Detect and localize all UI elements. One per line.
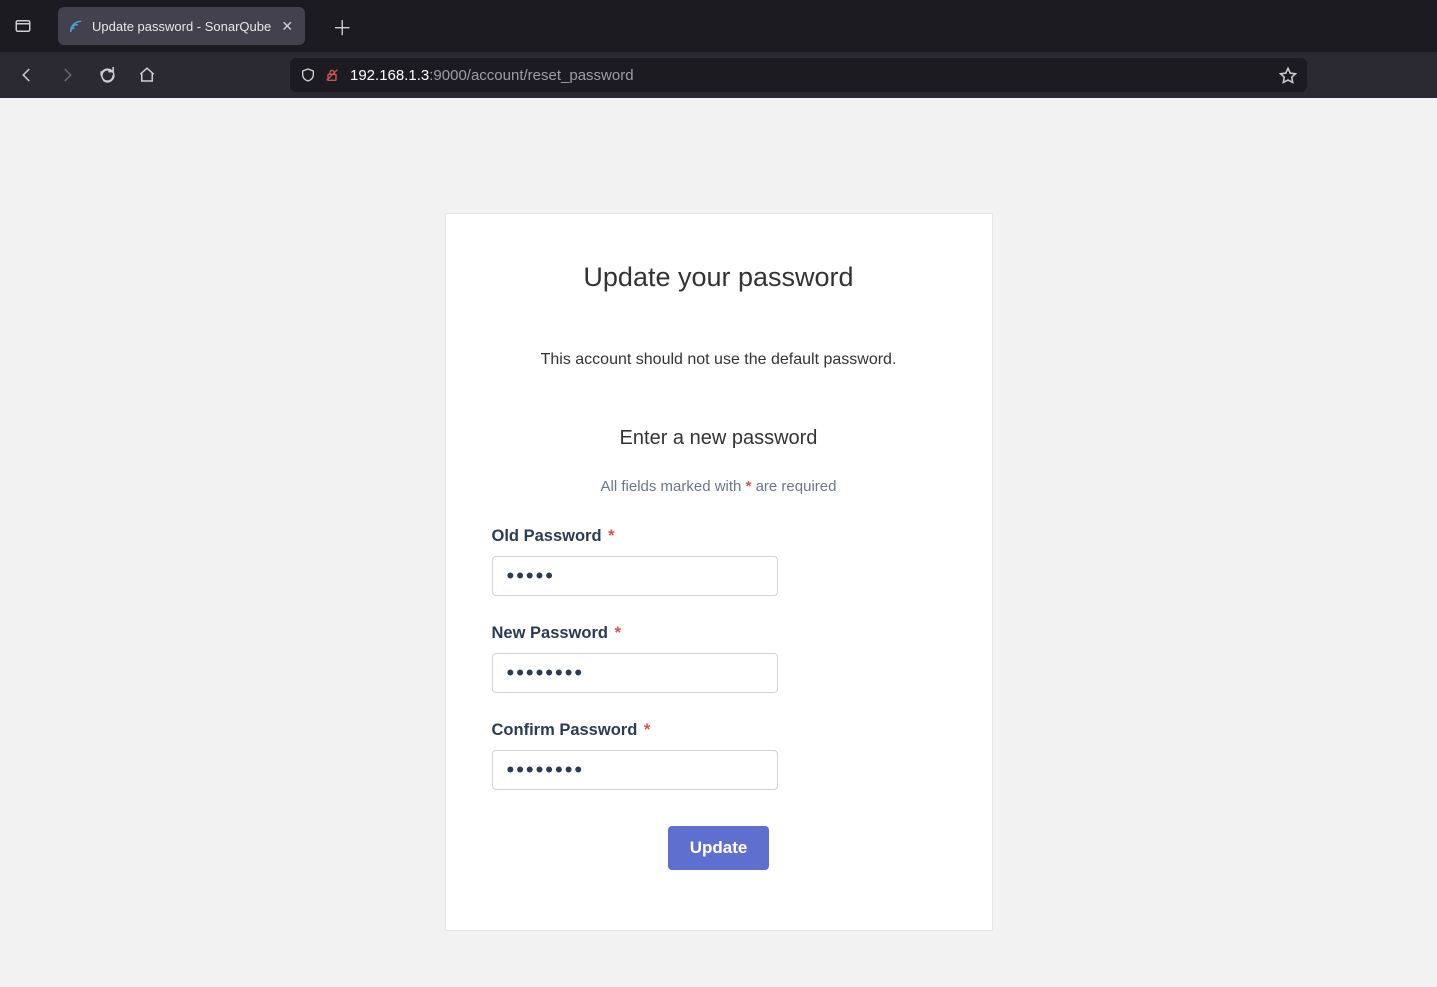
required-note-after: are required xyxy=(751,478,836,495)
new-tab-button[interactable]: ＋ xyxy=(327,11,357,41)
page-heading: Update your password xyxy=(492,262,946,293)
asterisk-icon: * xyxy=(644,721,650,739)
confirm-password-input[interactable] xyxy=(492,750,778,790)
browser-tab[interactable]: Update password - SonarQube ✕ xyxy=(58,7,305,45)
bookmark-star-icon[interactable] xyxy=(1279,66,1297,84)
url-host: 192.168.1.3 xyxy=(350,67,429,84)
required-note: All fields marked with * are required xyxy=(492,478,946,495)
url-text: 192.168.1.3:9000/account/reset_password xyxy=(350,67,1269,84)
old-password-field: Old Password * xyxy=(492,527,946,596)
sonarqube-favicon xyxy=(68,18,84,34)
confirm-password-label: Confirm Password * xyxy=(492,721,946,740)
update-button[interactable]: Update xyxy=(668,826,770,870)
default-password-notice: This account should not use the default … xyxy=(492,351,946,369)
nav-bar: 192.168.1.3:9000/account/reset_password xyxy=(0,52,1437,98)
home-button[interactable] xyxy=(130,58,164,92)
asterisk-icon: * xyxy=(615,624,621,642)
browser-chrome: Update password - SonarQube ✕ ＋ xyxy=(0,0,1437,98)
back-button[interactable] xyxy=(10,58,44,92)
section-title: Enter a new password xyxy=(492,427,946,450)
required-note-before: All fields marked with xyxy=(601,478,746,495)
confirm-password-field: Confirm Password * xyxy=(492,721,946,790)
new-password-input[interactable] xyxy=(492,653,778,693)
url-path: :9000/account/reset_password xyxy=(429,67,633,84)
asterisk-icon: * xyxy=(608,527,614,545)
address-bar[interactable]: 192.168.1.3:9000/account/reset_password xyxy=(290,58,1307,92)
lock-insecure-icon xyxy=(324,67,340,83)
new-password-field: New Password * xyxy=(492,624,946,693)
form-actions: Update xyxy=(492,826,946,870)
forward-button[interactable] xyxy=(50,58,84,92)
tab-strip: Update password - SonarQube ✕ ＋ xyxy=(0,0,1437,52)
address-icons xyxy=(300,67,340,83)
old-password-input[interactable] xyxy=(492,556,778,596)
page-content: Update your password This account should… xyxy=(0,98,1437,987)
old-password-label: Old Password * xyxy=(492,527,946,546)
tab-title: Update password - SonarQube xyxy=(92,19,271,34)
sidebar-toggle-button[interactable] xyxy=(6,9,40,43)
close-tab-icon[interactable]: ✕ xyxy=(279,18,295,35)
shield-icon xyxy=(300,67,316,83)
password-card: Update your password This account should… xyxy=(445,213,993,931)
new-password-label: New Password * xyxy=(492,624,946,643)
